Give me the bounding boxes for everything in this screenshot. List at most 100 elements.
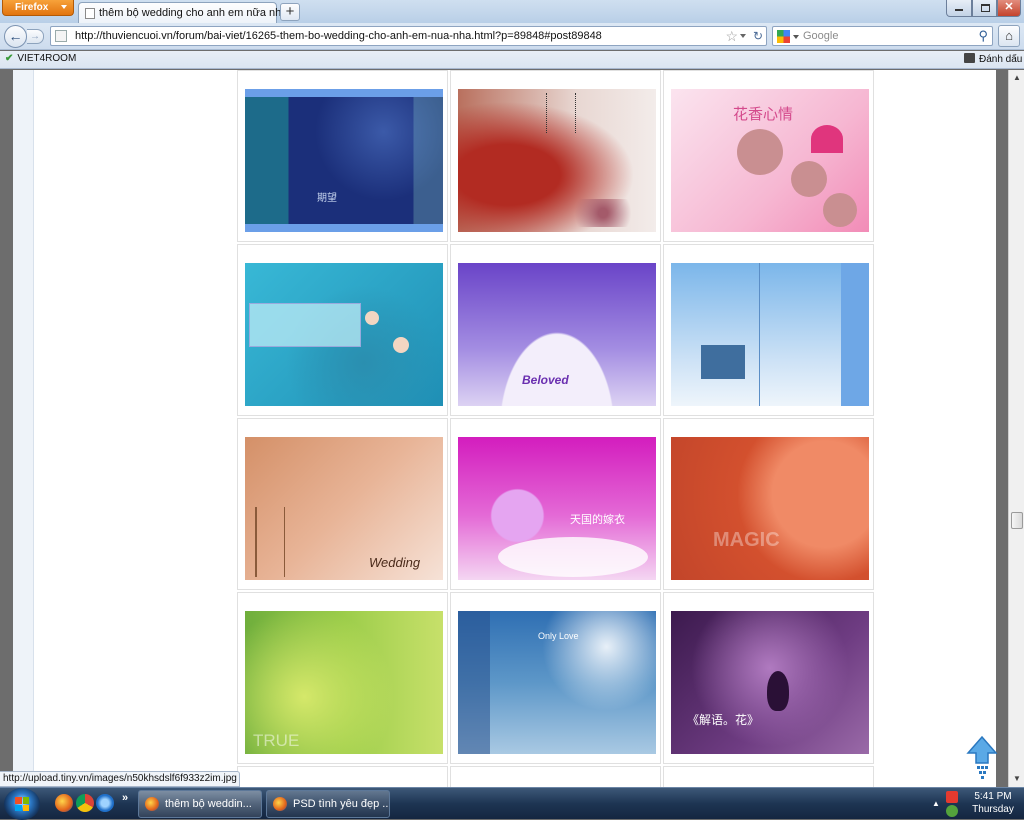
action-center-flag-icon[interactable] [946, 791, 958, 803]
dropdown-arrow-icon [61, 5, 67, 9]
firefox-quicklaunch-icon[interactable] [55, 794, 73, 812]
new-tab-button[interactable]: + [280, 3, 300, 21]
minimize-icon [955, 9, 963, 11]
bookmarks-icon [964, 53, 975, 63]
thumbnail-text-9: MAGIC [713, 529, 780, 551]
scroll-down-arrow-icon[interactable]: ▼ [1010, 772, 1024, 786]
minimize-button[interactable] [946, 0, 972, 17]
scroll-thumb[interactable] [1011, 512, 1023, 529]
cloud-decoration [498, 537, 648, 577]
bookmark-viet4room[interactable]: ✔ VIET4ROOM [5, 53, 76, 64]
url-bar[interactable]: http://thuviencuoi.vn/forum/bai-viet/162… [50, 26, 767, 46]
start-button[interactable] [4, 788, 40, 820]
gallery-cell [237, 766, 448, 787]
thumbnail-image-5[interactable]: Beloved [458, 263, 656, 406]
internet-explorer-quicklaunch-icon[interactable] [96, 794, 114, 812]
thumbnail-text-12: 《解语。花》 [687, 713, 760, 727]
chrome-quicklaunch-icon[interactable] [76, 794, 94, 812]
flower-frame-2 [791, 161, 827, 197]
history-dropdown-icon[interactable] [740, 34, 746, 38]
gallery-cell: 期望 [237, 70, 448, 242]
heart-decoration [811, 125, 843, 153]
scroll-up-arrow-icon[interactable]: ▲ [1010, 71, 1024, 85]
bookmarks-menu-label: Đánh dấu [979, 54, 1023, 65]
gallery-cell: MAGIC [663, 418, 874, 590]
system-tray: ▲ 5:41 PM Thursday [928, 788, 1024, 820]
taskbar-button-firefox-wedding[interactable]: thêm bộ weddin... [138, 790, 262, 818]
active-tab[interactable]: thêm bộ wedding cho anh em nữa nha [78, 2, 287, 23]
thumbnail-image-4[interactable] [245, 263, 443, 406]
left-sidebar-strip [13, 70, 34, 787]
flower-frame-3 [823, 193, 857, 227]
thumbnail-text-10: TRUE [253, 731, 300, 750]
clock-time: 5:41 PM [974, 791, 1012, 802]
divider-line [759, 263, 760, 406]
tree-silhouette [255, 507, 285, 577]
barn-silhouette [701, 345, 745, 379]
home-button[interactable]: ⌂ [998, 25, 1020, 47]
gallery-cell [450, 766, 661, 787]
thumbnail-text-11: Only Love [538, 631, 579, 641]
windows-logo-icon [15, 797, 29, 811]
thumbnail-image-2[interactable] [458, 89, 656, 232]
thumbnail-image-7[interactable]: Wedding [245, 437, 443, 580]
magnifier-icon[interactable]: ⚲ [978, 28, 988, 44]
forward-button[interactable]: → [27, 29, 44, 44]
taskbar-button-label: PSD tình yêu đẹp ... [293, 798, 390, 810]
back-button[interactable]: ← [4, 25, 27, 48]
gallery-cell: 天国的嫁衣 [450, 418, 661, 590]
firefox-menu-label: Firefox [15, 2, 49, 13]
thumbnail-text-3: 花香心情 [733, 106, 794, 123]
maximize-icon [981, 4, 990, 12]
search-placeholder: Google [803, 30, 839, 42]
firefox-menu-button[interactable]: Firefox [2, 0, 74, 16]
back-to-top-arrow-icon[interactable] [966, 735, 998, 779]
thumbnail-gallery: 期望 花香心情 Beloved Wedding 天国的嫁衣 MAGIC TRUE… [237, 70, 874, 787]
thumbnail-image-1[interactable]: 期望 [245, 89, 443, 232]
thumbnail-text-7: Wedding [369, 555, 421, 570]
thumbnail-image-6[interactable] [671, 263, 869, 406]
quicklaunch-overflow-icon[interactable]: » [122, 792, 128, 804]
web-content: 期望 花香心情 Beloved Wedding 天国的嫁衣 MAGIC TRUE… [0, 70, 1008, 787]
site-identity-icon[interactable] [55, 30, 67, 42]
thumbnail-image-12[interactable]: 《解语。花》 [671, 611, 869, 754]
maximize-button[interactable] [972, 0, 997, 17]
network-icon[interactable] [946, 805, 958, 817]
flower-frame-1 [737, 129, 783, 175]
rose-decoration [767, 671, 789, 711]
thumbnail-image-8[interactable]: 天国的嫁衣 [458, 437, 656, 580]
google-engine-icon[interactable] [777, 30, 790, 43]
photo-frame [249, 303, 361, 347]
gallery-cell: Wedding [237, 418, 448, 590]
title-bar: Firefox thêm bộ wedding cho anh em nữa n… [0, 0, 1024, 23]
search-bar[interactable]: Google ⚲ [772, 26, 993, 46]
vertical-scrollbar[interactable]: ▲ ▼ [1008, 70, 1024, 787]
show-hidden-icons-icon[interactable]: ▲ [932, 799, 940, 808]
thumbnail-image-3[interactable]: 花香心情 [671, 89, 869, 232]
thumbnail-image-11[interactable]: Only Love [458, 611, 656, 754]
gallery-cell: Only Love [450, 592, 661, 764]
flower-decoration-1 [365, 311, 379, 325]
gallery-cell [450, 70, 661, 242]
firefox-icon [273, 797, 287, 811]
gallery-cell [237, 244, 448, 416]
gallery-cell: 花香心情 [663, 70, 874, 242]
bookmarks-toolbar: ✔ VIET4ROOM Đánh dấu [0, 51, 1024, 69]
thumbnail-image-9[interactable]: MAGIC [671, 437, 869, 580]
url-text: http://thuviencuoi.vn/forum/bai-viet/162… [75, 30, 602, 42]
clock-day: Thursday [972, 804, 1014, 815]
taskbar-button-label: thêm bộ weddin... [165, 798, 252, 810]
reload-icon[interactable]: ↻ [753, 29, 763, 43]
vertical-text-decoration [546, 93, 576, 133]
close-button[interactable]: ✕ [997, 0, 1021, 17]
taskbar-button-firefox-psd[interactable]: PSD tình yêu đẹp ... [266, 790, 390, 818]
engine-dropdown-icon[interactable] [793, 35, 799, 39]
navigation-toolbar: ← → http://thuviencuoi.vn/forum/bai-viet… [0, 23, 1024, 50]
thumbnail-image-10[interactable]: TRUE [245, 611, 443, 754]
blossom-decoration [558, 199, 648, 227]
bookmarks-menu-button[interactable]: Đánh dấu [964, 53, 1022, 65]
page-favicon-icon [85, 8, 95, 19]
side-panel [458, 611, 490, 754]
clock[interactable]: 5:41 PM Thursday [964, 790, 1022, 816]
bookmark-star-icon[interactable]: ☆ [725, 28, 738, 45]
